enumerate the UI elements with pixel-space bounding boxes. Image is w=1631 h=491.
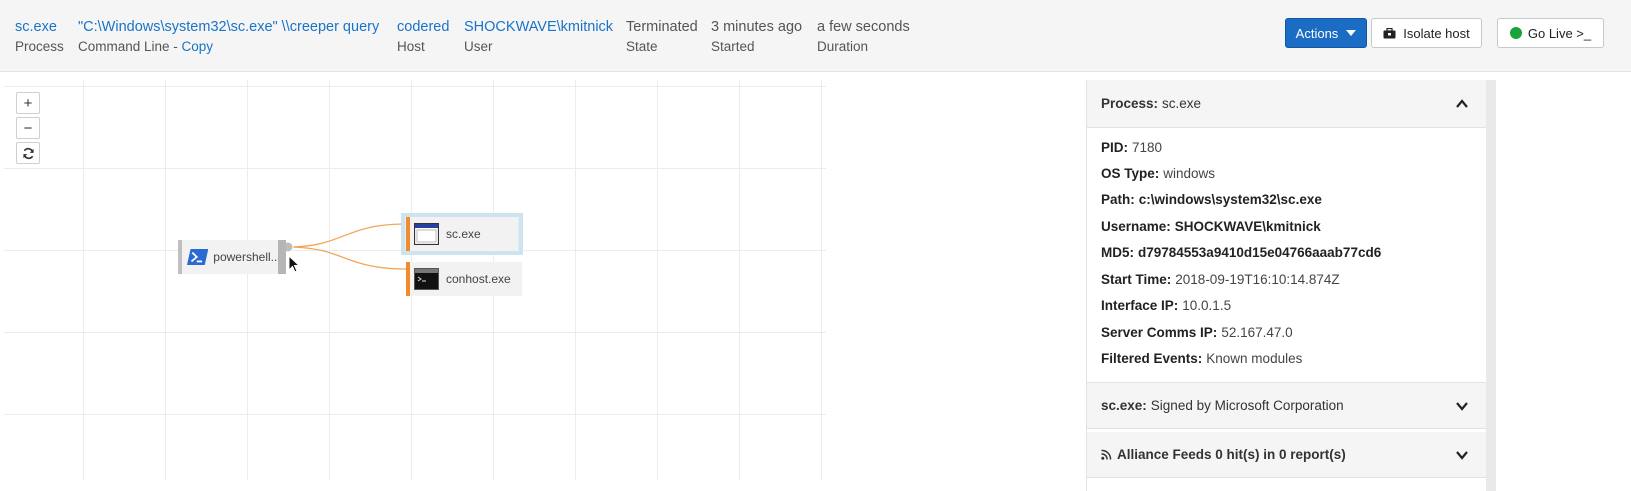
process-name-link[interactable]: sc.exe [15,18,64,37]
process-node-powershell[interactable]: powershell.... [178,240,286,274]
path-key: Path: [1101,192,1135,207]
username-value: SHOCKWAVE\kmitnick [1174,219,1321,234]
state-label: State [626,39,658,54]
interface-ip-key: Interface IP: [1101,298,1179,313]
server-comms-ip-row: Server Comms IP: 52.167.47.0 [1101,325,1293,340]
live-status-dot-icon [1509,27,1522,39]
header-user: SHOCKWAVE\kmitnick User [464,18,613,56]
command-line-label: Command Line - Copy [78,37,379,56]
filtered-events-row: Filtered Events: Known modules [1101,351,1302,366]
signature-section-header[interactable]: sc.exe: Signed by Microsoft Corporation [1087,383,1487,429]
console-icon [414,268,439,290]
rss-feed-icon [1101,449,1112,460]
process-tree-graph[interactable]: + − powershell.... sc.exe conhost.exe [4,80,826,480]
briefcase-icon [1383,27,1396,38]
duration-value: a few seconds [817,19,910,35]
host-link[interactable]: codered [397,18,449,37]
os-type-row: OS Type: windows [1101,166,1215,181]
alliance-feeds-section-header[interactable]: Alliance Feeds 0 hit(s) in 0 report(s) [1087,432,1487,478]
path-value: c:\windows\system32\sc.exe [1138,192,1322,207]
user-link[interactable]: SHOCKWAVE\kmitnick [464,18,613,37]
interface-ip-value: 10.0.1.5 [1182,298,1232,313]
state-value: Terminated [626,19,698,35]
filtered-events-key: Filtered Events: [1101,351,1203,366]
node-label-powershell: powershell.... [213,250,284,264]
process-header: sc.exe Process "C:\Windows\system32\sc.e… [0,0,1631,72]
md5-value: d79784553a9410d15e04766aaab77cd6 [1138,245,1382,260]
copy-link[interactable]: Copy [182,39,214,54]
actions-button-label: Actions [1295,25,1339,41]
os-type-key: OS Type: [1101,166,1160,181]
isolate-host-label: Isolate host [1403,25,1470,41]
username-row: Username: SHOCKWAVE\kmitnick [1101,219,1325,234]
chevron-down-icon[interactable] [1455,399,1469,413]
command-line-link[interactable]: "C:\Windows\system32\sc.exe" \\creeper q… [78,18,379,37]
panel-scrollbar[interactable] [1486,80,1496,491]
signature-section-key: sc.exe: [1101,398,1147,413]
pid-key: PID: [1101,140,1128,155]
user-label: User [464,39,493,54]
process-details-panel: Process: sc.exe PID: 7180 OS Type: windows… [1086,80,1487,491]
powershell-icon [187,249,209,265]
os-type-value: windows [1163,166,1216,181]
command-line-label-text: Command Line - [78,39,182,54]
mouse-cursor-icon [288,255,300,273]
username-key: Username: [1101,219,1171,234]
process-node-sc[interactable]: sc.exe [406,217,518,251]
md5-key: MD5: [1101,245,1134,260]
started-label: Started [711,39,755,54]
process-section-key: Process: [1101,96,1159,111]
chevron-down-icon[interactable] [1455,448,1469,462]
go-live-label: Go Live >_ [1527,25,1592,41]
header-duration: a few seconds Duration [817,18,910,56]
host-label: Host [397,39,425,54]
edge-powershell-sc [287,223,407,248]
server-comms-ip-value: 52.167.47.0 [1221,325,1293,340]
isolate-host-button[interactable]: Isolate host [1371,18,1482,48]
interface-ip-row: Interface IP: 10.0.1.5 [1101,298,1231,313]
edge-powershell-conhost [287,246,407,270]
alliance-feeds-title: Alliance Feeds 0 hit(s) in 0 report(s) [1117,447,1346,462]
signature-section-value: Signed by Microsoft Corporation [1150,398,1344,413]
server-comms-ip-key: Server Comms IP: [1101,325,1218,340]
node-handle[interactable] [278,240,286,274]
pid-row: PID: 7180 [1101,140,1162,155]
process-section-value: sc.exe [1162,96,1202,111]
start-time-value: 2018-09-19T16:10:14.874Z [1175,272,1340,287]
header-process: sc.exe Process [15,18,64,56]
header-started: 3 minutes ago Started [711,18,802,56]
header-host: codered Host [397,18,449,56]
node-label-conhost: conhost.exe [446,272,511,286]
header-command-line: "C:\Windows\system32\sc.exe" \\creeper q… [78,18,379,56]
start-time-key: Start Time: [1101,272,1172,287]
process-node-conhost[interactable]: conhost.exe [406,262,522,296]
node-label-sc: sc.exe [446,227,481,241]
process-section-header[interactable]: Process: sc.exe [1087,80,1487,128]
started-value: 3 minutes ago [711,19,803,35]
header-state: Terminated State [626,18,698,56]
go-live-button[interactable]: Go Live >_ [1497,18,1604,48]
process-label: Process [15,39,64,54]
duration-label: Duration [817,39,869,54]
filtered-events-value: Known modules [1206,351,1303,366]
start-time-row: Start Time: 2018-09-19T16:10:14.874Z [1101,272,1340,287]
md5-row: MD5: d79784553a9410d15e04766aaab77cd6 [1101,245,1385,260]
chevron-up-icon[interactable] [1455,97,1469,111]
caret-down-icon [1346,30,1357,36]
path-row: Path: c:\windows\system32\sc.exe [1101,192,1326,207]
pid-value: 7180 [1132,140,1163,155]
actions-button[interactable]: Actions [1285,18,1367,48]
window-app-icon [414,223,439,245]
